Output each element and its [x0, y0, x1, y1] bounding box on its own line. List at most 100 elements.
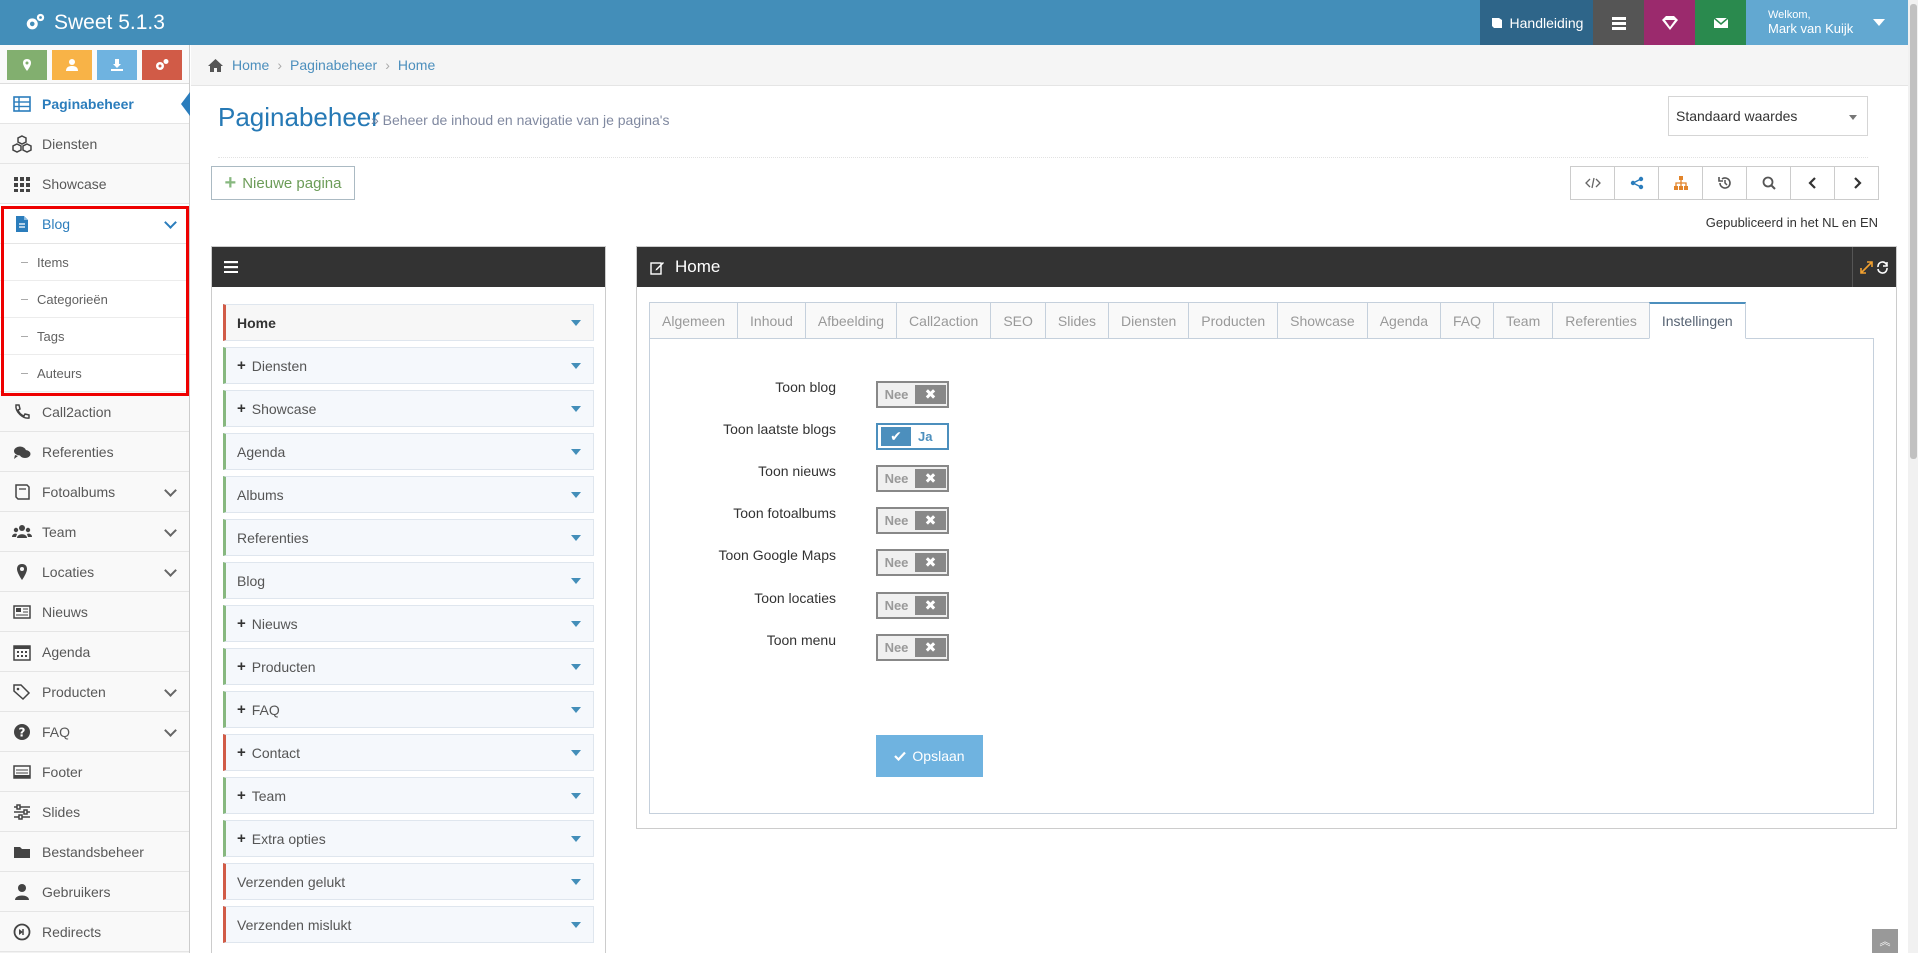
plus-icon[interactable]: + — [237, 400, 246, 417]
sidebar-item-locaties[interactable]: Locaties — [0, 552, 189, 592]
sidebar-item-diensten[interactable]: Diensten — [0, 124, 189, 164]
caret-down-icon[interactable] — [571, 363, 581, 369]
sidebar-item-footer[interactable]: Footer — [0, 752, 189, 792]
sidebar-item-gebruikers[interactable]: Gebruikers — [0, 872, 189, 912]
sidebar-item-redirects[interactable]: Redirects — [0, 912, 189, 952]
premium-button[interactable] — [1644, 0, 1695, 45]
caret-down-icon[interactable] — [571, 449, 581, 455]
setting-toggle[interactable]: ✔ Ja — [876, 423, 949, 450]
tree-item[interactable]: + Extra opties — [223, 820, 594, 857]
save-button[interactable]: Opslaan — [876, 735, 983, 777]
sidebar-item-fotoalbums[interactable]: Fotoalbums — [0, 472, 189, 512]
tree-item[interactable]: Agenda — [223, 433, 594, 470]
setting-toggle[interactable]: Nee ✖ — [876, 634, 949, 661]
plus-icon[interactable]: + — [237, 658, 246, 675]
tab-algemeen[interactable]: Algemeen — [649, 302, 739, 339]
tree-item[interactable]: Blog — [223, 562, 594, 599]
caret-down-icon[interactable] — [571, 320, 581, 326]
caret-down-icon[interactable] — [571, 621, 581, 627]
tree-item[interactable]: Verzenden gelukt — [223, 863, 594, 900]
caret-down-icon[interactable] — [571, 836, 581, 842]
sidebar-item-faq[interactable]: ? FAQ — [0, 712, 189, 752]
setting-toggle[interactable]: Nee ✖ — [876, 507, 949, 534]
tree-item[interactable]: + Nieuws — [223, 605, 594, 642]
tab-seo[interactable]: SEO — [990, 302, 1046, 339]
user-menu[interactable]: Welkom, Mark van Kuijk — [1746, 0, 1908, 45]
tree-item[interactable]: Home — [223, 304, 594, 341]
sidebar-item-call2action[interactable]: Call2action — [0, 392, 189, 432]
defaults-select[interactable]: Standaard waardes — [1668, 96, 1868, 136]
history-button[interactable] — [1702, 166, 1747, 200]
tab-agenda[interactable]: Agenda — [1366, 302, 1441, 339]
tree-item[interactable]: + Contact — [223, 734, 594, 771]
caret-down-icon[interactable] — [571, 535, 581, 541]
breadcrumb-link-paginabeheer[interactable]: Paginabeheer — [290, 57, 377, 73]
scrollbar-thumb[interactable] — [1910, 4, 1917, 459]
sidebar-item-blog[interactable]: Blog — [0, 204, 189, 244]
back-to-top-button[interactable]: ︽ — [1872, 929, 1898, 953]
caret-down-icon[interactable] — [571, 750, 581, 756]
expand-icon[interactable] — [1860, 260, 1873, 274]
caret-down-icon[interactable] — [571, 793, 581, 799]
share-button[interactable] — [1614, 166, 1659, 200]
tree-item[interactable]: + Producten — [223, 648, 594, 685]
tab-instellingen[interactable]: Instellingen — [1648, 302, 1746, 339]
sidebar-item-agenda[interactable]: Agenda — [0, 632, 189, 672]
breadcrumb-link-home[interactable]: Home — [232, 57, 269, 73]
tab-slides[interactable]: Slides — [1044, 302, 1110, 339]
tab-afbeelding[interactable]: Afbeelding — [804, 302, 898, 339]
shortcut-locations[interactable] — [7, 50, 47, 80]
shortcut-settings[interactable] — [142, 50, 182, 80]
brand[interactable]: Sweet 5.1.3 — [24, 0, 165, 45]
shortcut-users[interactable] — [52, 50, 92, 80]
setting-toggle[interactable]: Nee ✖ — [876, 381, 949, 408]
sidebar-subitem-categorieen[interactable]: Categorieën — [0, 281, 189, 318]
caret-down-icon[interactable] — [571, 492, 581, 498]
sidebar-item-nieuws[interactable]: Nieuws — [0, 592, 189, 632]
code-button[interactable] — [1570, 166, 1615, 200]
caret-down-icon[interactable] — [571, 922, 581, 928]
plus-icon[interactable]: + — [237, 701, 246, 718]
sidebar-subitem-items[interactable]: Items — [0, 244, 189, 281]
shortcut-download[interactable] — [97, 50, 137, 80]
sidebar-item-producten[interactable]: Producten — [0, 672, 189, 712]
home-icon[interactable] — [207, 58, 224, 73]
caret-down-icon[interactable] — [571, 664, 581, 670]
page-scrollbar[interactable] — [1908, 0, 1918, 953]
tree-item[interactable]: Verzenden mislukt — [223, 906, 594, 943]
bars-icon[interactable] — [224, 261, 238, 273]
sidebar-item-referenties[interactable]: Referenties — [0, 432, 189, 472]
sidebar-item-showcase[interactable]: Showcase — [0, 164, 189, 204]
setting-toggle[interactable]: Nee ✖ — [876, 465, 949, 492]
tab-producten[interactable]: Producten — [1188, 302, 1279, 339]
sidebar-subitem-auteurs[interactable]: Auteurs — [0, 355, 189, 392]
search-button[interactable] — [1746, 166, 1791, 200]
caret-down-icon[interactable] — [571, 406, 581, 412]
tab-referenties[interactable]: Referenties — [1552, 302, 1650, 339]
server-button[interactable] — [1593, 0, 1644, 45]
caret-down-icon[interactable] — [571, 578, 581, 584]
tree-item[interactable]: + Diensten — [223, 347, 594, 384]
plus-icon[interactable]: + — [237, 357, 246, 374]
previous-button[interactable] — [1790, 166, 1835, 200]
tree-item[interactable]: + Team — [223, 777, 594, 814]
tab-diensten[interactable]: Diensten — [1108, 302, 1190, 339]
sidebar-item-bestandsbeheer[interactable]: Bestandsbeheer — [0, 832, 189, 872]
plus-icon[interactable]: + — [237, 615, 246, 632]
plus-icon[interactable]: + — [237, 744, 246, 761]
new-page-button[interactable]: + Nieuwe pagina — [211, 166, 355, 200]
sidebar-item-paginabeheer[interactable]: Paginabeheer — [0, 84, 190, 124]
next-button[interactable] — [1834, 166, 1879, 200]
tab-faq[interactable]: FAQ — [1440, 302, 1495, 339]
setting-toggle[interactable]: Nee ✖ — [876, 592, 949, 619]
plus-icon[interactable]: + — [237, 830, 246, 847]
caret-down-icon[interactable] — [571, 879, 581, 885]
tab-team[interactable]: Team — [1493, 302, 1554, 339]
sidebar-item-slides[interactable]: Slides — [0, 792, 189, 832]
tree-item[interactable]: + Showcase — [223, 390, 594, 427]
tab-inhoud[interactable]: Inhoud — [737, 302, 806, 339]
sitemap-button[interactable] — [1658, 166, 1703, 200]
sidebar-subitem-tags[interactable]: Tags — [0, 318, 189, 355]
tab-call2action[interactable]: Call2action — [896, 302, 992, 339]
tree-item[interactable]: Referenties — [223, 519, 594, 556]
